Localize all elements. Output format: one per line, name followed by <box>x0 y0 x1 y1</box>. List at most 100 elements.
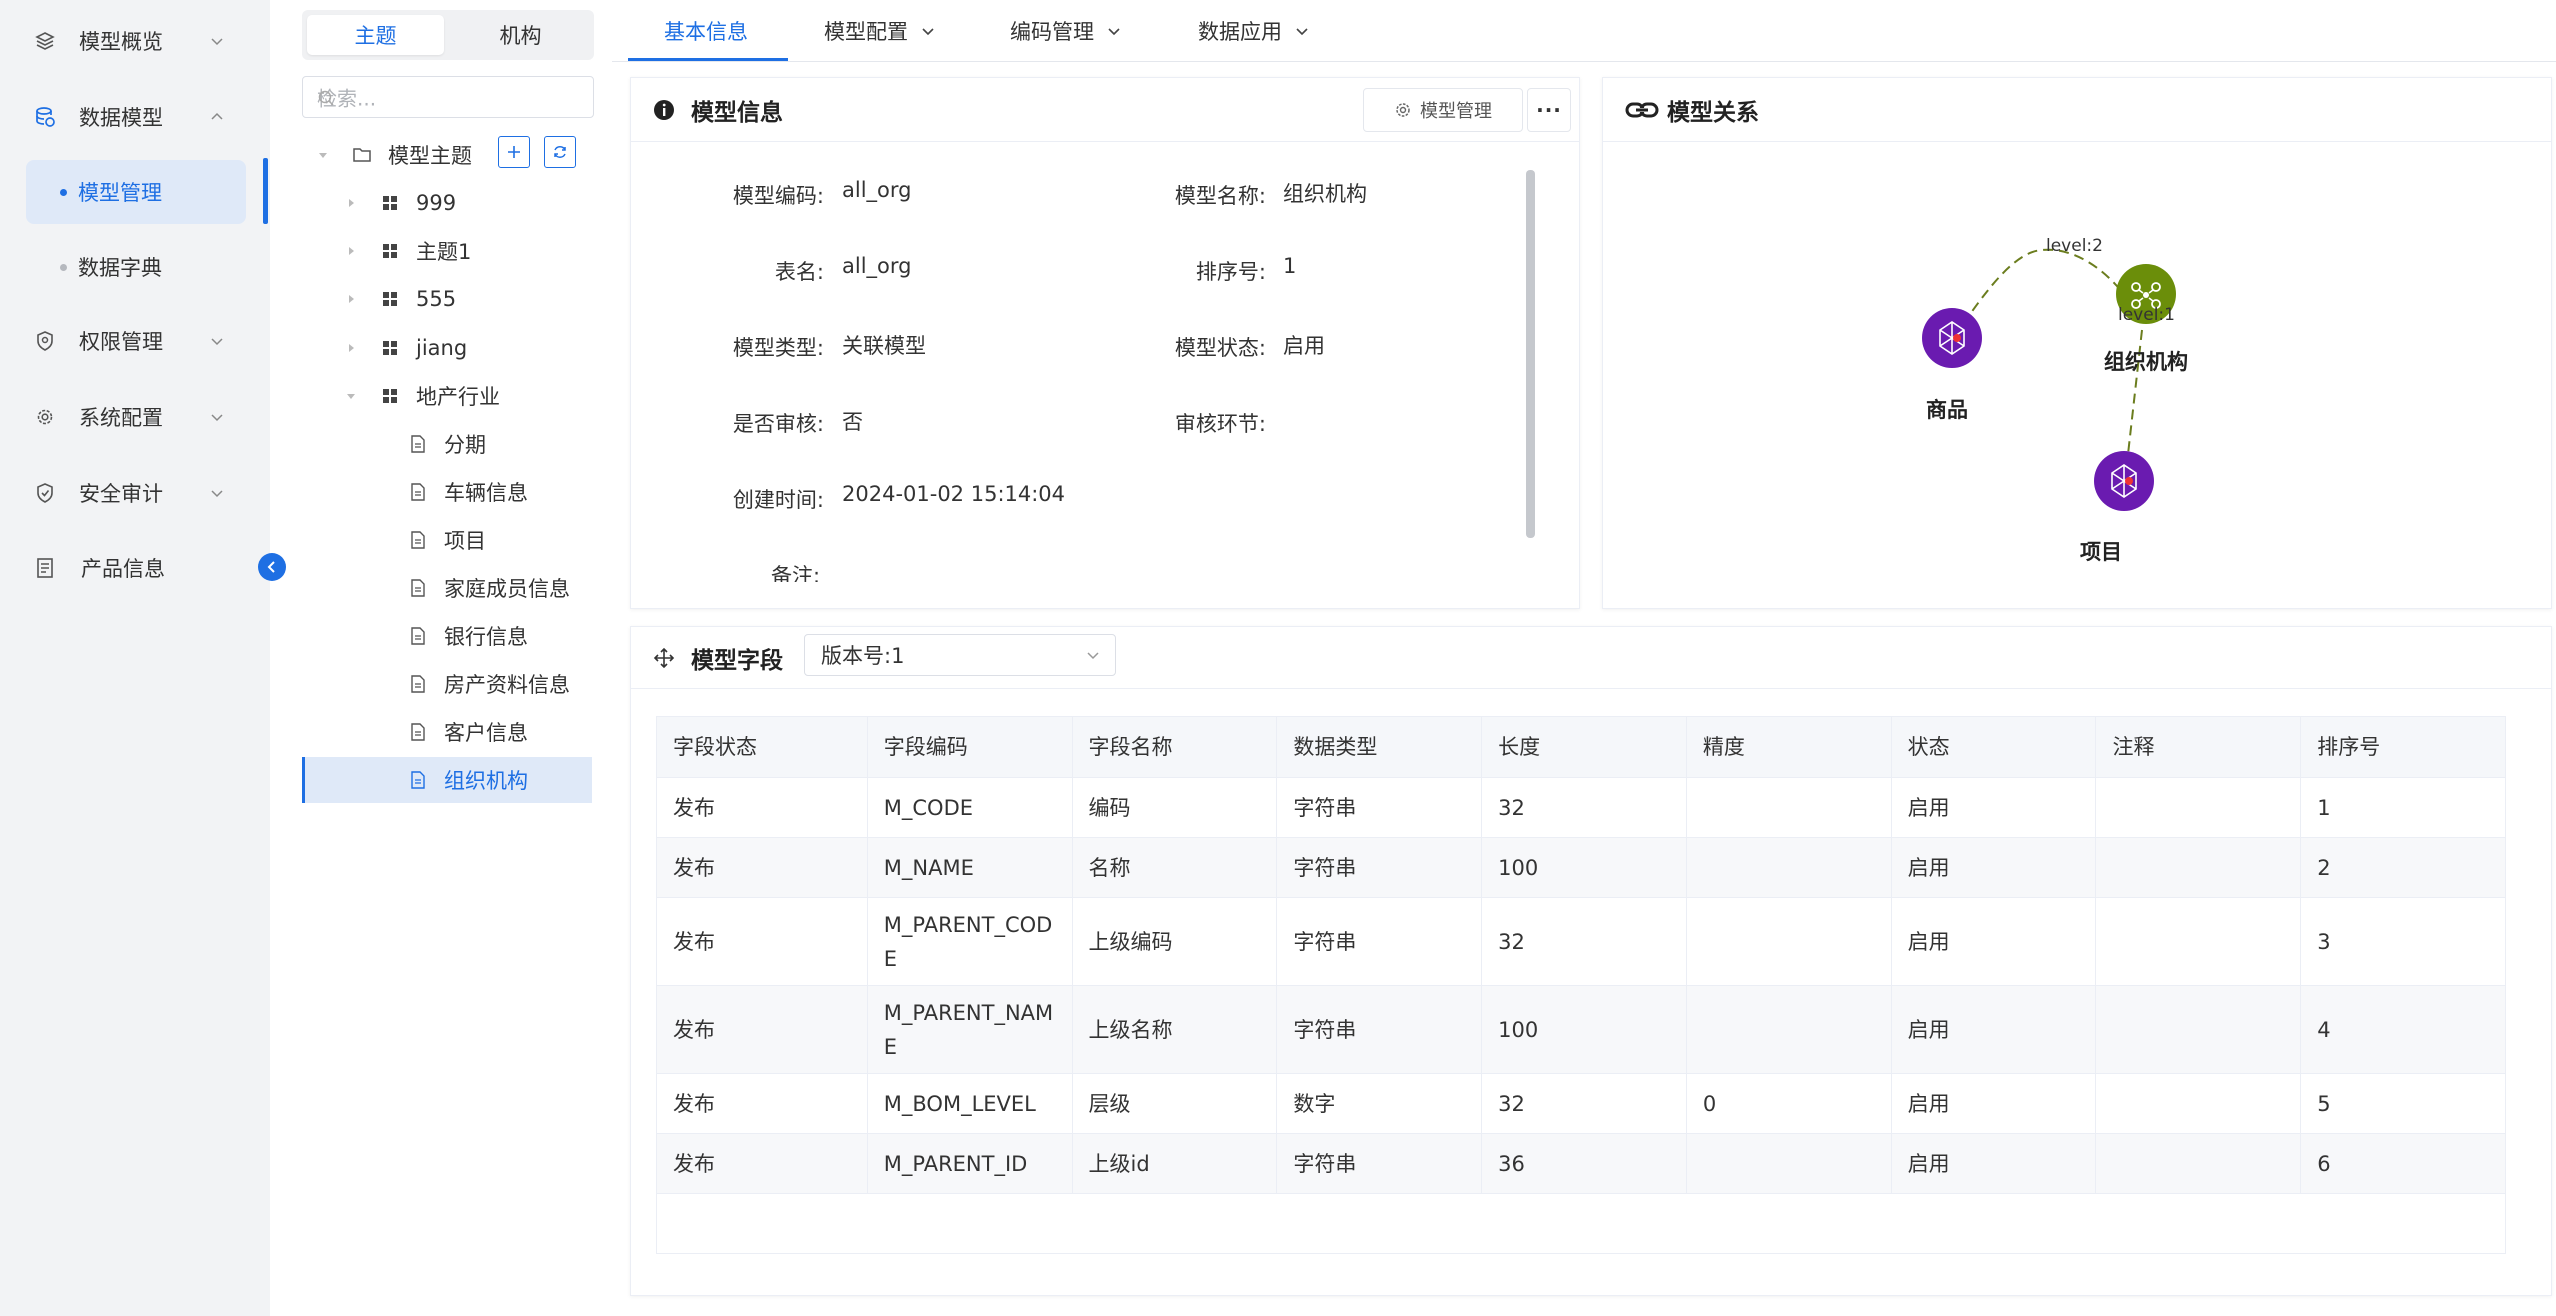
column-header[interactable]: 状态 <box>1892 717 2097 777</box>
add-node-button[interactable] <box>498 136 530 168</box>
nav-item-product-info[interactable]: 产品信息 <box>0 537 270 599</box>
table-row[interactable]: 发布 M_NAME 名称 字符串 100 启用 2 <box>657 837 2505 897</box>
segment-tab-theme[interactable]: 主题 <box>307 15 444 55</box>
node-xiangmu[interactable] <box>2094 451 2154 511</box>
node-label-zuzhi: 组织机构 <box>2104 350 2188 374</box>
table-row[interactable]: 发布 M_PARENT_COD E 上级编码 字符串 32 启用 3 <box>657 897 2505 985</box>
info-scrollbar[interactable] <box>1526 170 1535 538</box>
file-icon <box>408 722 428 742</box>
nav-item-system-config[interactable]: 系统配置 <box>0 386 270 448</box>
link-icon <box>1623 97 1661 123</box>
code-label: 模型编码: <box>732 184 824 208</box>
nav-item-model-overview[interactable]: 模型概览 <box>0 10 270 72</box>
nav-item-permission-management[interactable]: 权限管理 <box>0 310 270 372</box>
table-cell <box>2096 838 2302 897</box>
type-label: 模型类型: <box>732 336 824 360</box>
tree-node-expanded[interactable]: 地产行业 <box>302 373 592 419</box>
tree-leaf-selected[interactable]: 组织机构 <box>302 757 592 803</box>
table-cell: 启用 <box>1892 778 2097 837</box>
column-header[interactable]: 长度 <box>1482 717 1687 777</box>
more-button[interactable]: ··· <box>1527 88 1571 132</box>
table-cell: 字符串 <box>1277 778 1483 837</box>
table-cell: M_PARENT_ID <box>868 1134 1073 1193</box>
tree-leaf[interactable]: 车辆信息 <box>302 469 592 515</box>
file-icon <box>408 530 428 550</box>
version-select[interactable]: 版本号:1 <box>804 634 1116 676</box>
tree-node-label: 地产行业 <box>416 385 500 409</box>
tab-data-application[interactable]: 数据应用 <box>1198 0 1310 62</box>
table-cell: 发布 <box>657 1134 868 1193</box>
nav-item-security-audit[interactable]: 安全审计 <box>0 462 270 524</box>
table-cell: 上级编码 <box>1073 898 1278 985</box>
audit-label: 是否审核: <box>732 412 824 436</box>
table-row[interactable]: 发布 M_PARENT_ID 上级id 字符串 36 启用 6 <box>657 1133 2505 1193</box>
move-icon <box>651 645 677 671</box>
table-row[interactable]: 发布 M_BOM_LEVEL 层级 数字 32 0 启用 5 <box>657 1073 2505 1133</box>
nav-subitem-data-dictionary[interactable]: 数据字典 <box>26 235 246 299</box>
tree-leaf[interactable]: 分期 <box>302 421 592 467</box>
tab-basic-info[interactable]: 基本信息 <box>664 0 748 62</box>
tree-node-label: 项目 <box>444 529 486 553</box>
document-icon <box>30 553 60 583</box>
node-label-xiangmu: 项目 <box>2080 540 2122 564</box>
version-select-value: 版本号:1 <box>821 644 905 668</box>
sort-value: 1 <box>1283 254 1297 278</box>
column-header[interactable]: 精度 <box>1687 717 1892 777</box>
node-shangpin[interactable] <box>1922 308 1982 368</box>
grid-icon <box>380 193 400 213</box>
chevron-down-icon <box>920 23 936 39</box>
tree-node[interactable]: jiang <box>302 325 592 371</box>
tree-node[interactable]: 主题1 <box>302 228 592 274</box>
table-cell <box>1687 898 1892 985</box>
nav-subitem-model-management[interactable]: 模型管理 <box>26 160 246 224</box>
table-cell: 5 <box>2317 1091 2331 1116</box>
table-header: 字段状态 字段编码 字段名称 数据类型 长度 精度 状态 注释 排序号 <box>657 717 2505 777</box>
refresh-tree-button[interactable] <box>544 136 576 168</box>
nav-label: 模型管理 <box>78 181 162 205</box>
tree-node[interactable]: 555 <box>302 276 592 322</box>
search-icon <box>317 88 335 106</box>
column-header[interactable]: 排序号 <box>2301 717 2505 777</box>
remark-row-clip: 备注: <box>631 555 1531 582</box>
chevron-down-icon <box>1087 652 1099 660</box>
tab-code-management[interactable]: 编码管理 <box>1010 0 1122 62</box>
model-manage-button[interactable]: 模型管理 <box>1363 88 1523 132</box>
caret-right-icon <box>344 196 358 210</box>
tree-search-input[interactable]: 检索... <box>302 76 594 118</box>
gear-icon <box>30 402 60 432</box>
chevron-down-icon <box>207 407 227 427</box>
tree-segment-control: 主题 机构 <box>302 10 594 60</box>
table-row[interactable]: 发布 M_CODE 编码 字符串 32 启用 1 <box>657 777 2505 837</box>
tab-model-config[interactable]: 模型配置 <box>824 0 936 62</box>
tab-label: 数据应用 <box>1198 20 1282 44</box>
tree-leaf[interactable]: 银行信息 <box>302 613 592 659</box>
column-header[interactable]: 字段名称 <box>1073 717 1278 777</box>
segment-tab-organization[interactable]: 机构 <box>452 15 589 55</box>
tree-leaf[interactable]: 房产资料信息 <box>302 661 592 707</box>
tree-node-label: jiang <box>416 336 468 360</box>
table-cell: 32 <box>1482 1074 1687 1133</box>
nav-item-data-model[interactable]: 数据模型 <box>0 86 270 148</box>
table-cell: 字符串 <box>1277 1134 1483 1193</box>
column-header[interactable]: 字段状态 <box>657 717 868 777</box>
column-header[interactable]: 注释 <box>2096 717 2302 777</box>
tree-leaf[interactable]: 项目 <box>302 517 592 563</box>
tree-leaf[interactable]: 客户信息 <box>302 709 592 755</box>
chevron-down-icon <box>207 483 227 503</box>
column-header[interactable]: 数据类型 <box>1277 717 1483 777</box>
table-row[interactable]: 发布 M_PARENT_NAM E 上级名称 字符串 100 启用 4 <box>657 985 2505 1073</box>
tree-node-label: 分期 <box>444 433 486 457</box>
tree-node-label: 家庭成员信息 <box>444 577 570 601</box>
name-label: 模型名称: <box>1174 184 1266 208</box>
nav-label: 产品信息 <box>81 557 165 581</box>
chevron-down-icon <box>207 31 227 51</box>
tree-node-label: 客户信息 <box>444 721 528 745</box>
column-header[interactable]: 字段编码 <box>868 717 1073 777</box>
table-cell <box>2096 898 2302 985</box>
table-cell <box>1687 778 1892 837</box>
table-cell: 发布 <box>657 1074 868 1133</box>
collapse-sidebar-button[interactable] <box>258 553 286 581</box>
nav-label: 数据模型 <box>79 106 163 130</box>
tree-leaf[interactable]: 家庭成员信息 <box>302 565 592 611</box>
tree-node[interactable]: 999 <box>302 180 592 226</box>
